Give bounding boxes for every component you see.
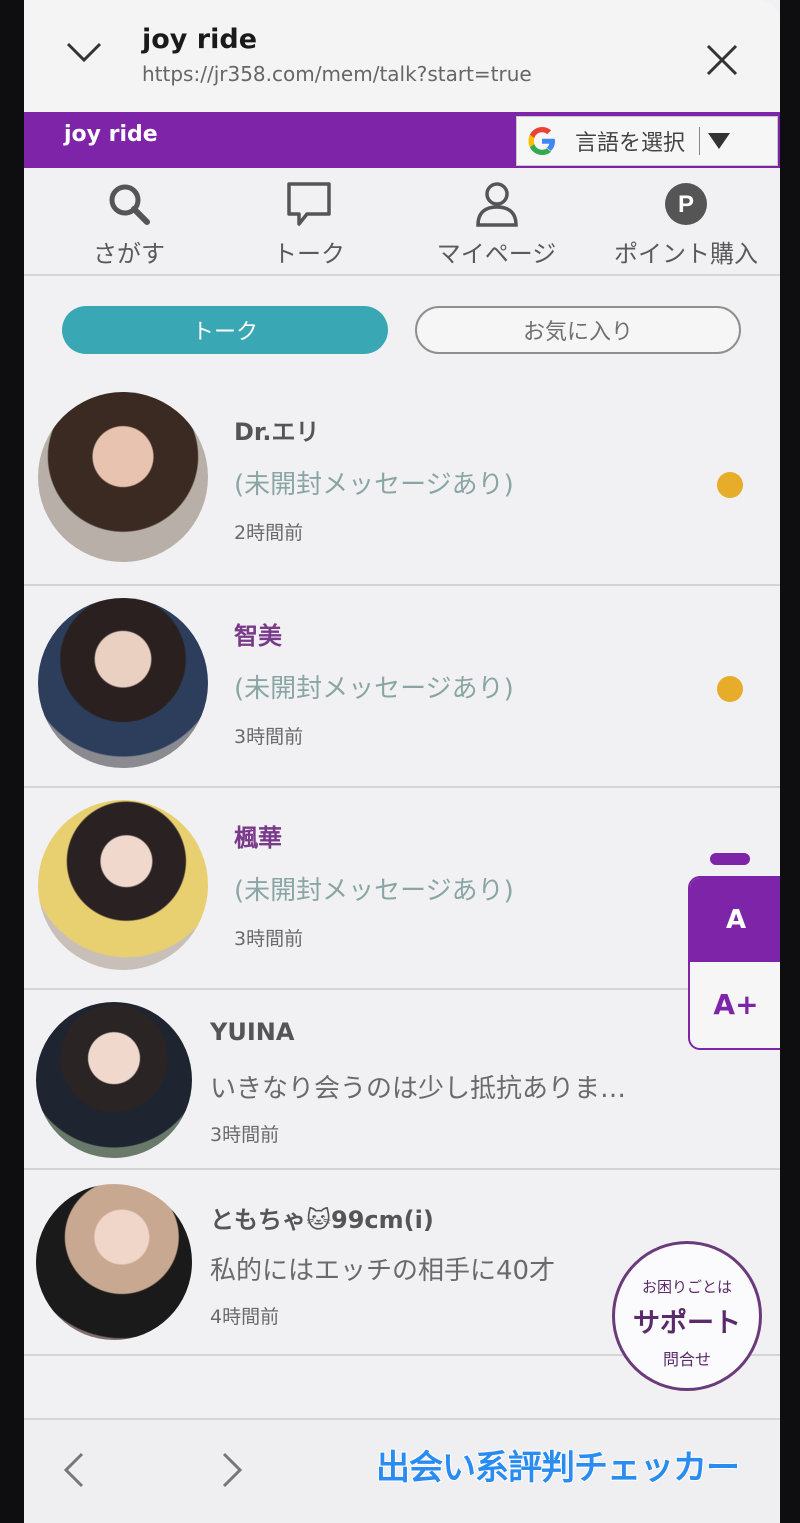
dropdown-arrow-icon: [708, 133, 731, 149]
support-line3: 問合せ: [662, 1350, 711, 1369]
nav-mypage[interactable]: マイページ: [424, 180, 569, 269]
language-select-label: 言語を選択: [575, 131, 686, 156]
tab-talk[interactable]: トーク: [62, 306, 388, 354]
message-preview: いきなり会うのは少し抵抗ありま…: [210, 1074, 627, 1104]
nav-talk[interactable]: トーク: [254, 180, 364, 269]
support-line1: お困りごとは: [641, 1278, 732, 1296]
font-size-control: A A+: [688, 876, 780, 1050]
avatar: [36, 1184, 192, 1340]
message-preview: (未開封メッセージあり): [234, 674, 514, 704]
custom-tab-header: joy ride https://jr358.com/mem/talk?star…: [24, 0, 780, 112]
brand-logo-text[interactable]: joy ride: [64, 122, 158, 147]
timestamp: 3時間前: [210, 1124, 280, 1146]
language-select[interactable]: 言語を選択: [516, 116, 778, 166]
list-item[interactable]: Dr.エリ (未開封メッセージあり) 2時間前: [24, 384, 780, 586]
support-line2: サポート: [633, 1308, 741, 1339]
unread-indicator: [717, 676, 743, 702]
divider: [699, 127, 701, 155]
nav-mypage-label: マイページ: [436, 240, 557, 268]
window-title: joy ride: [142, 24, 258, 55]
timestamp: 2時間前: [234, 522, 304, 544]
browser-window: joy ride https://jr358.com/mem/talk?star…: [24, 0, 780, 1523]
nav-search-label: さがす: [93, 240, 165, 268]
timestamp: 3時間前: [234, 726, 304, 748]
talk-tabs: トーク お気に入り: [24, 276, 780, 386]
back-arrow-icon[interactable]: [60, 1450, 90, 1490]
chat-bubble-icon: [287, 182, 331, 226]
tab-favorites[interactable]: お気に入り: [415, 306, 741, 354]
talk-list: Dr.エリ (未開封メッセージあり) 2時間前 智美 (未開封メッセージあり) …: [24, 384, 780, 1356]
font-normal-button[interactable]: A: [690, 878, 780, 962]
contact-name: Dr.エリ: [234, 418, 320, 446]
watermark: 出会い系評判チェッカー: [375, 1447, 741, 1489]
avatar: [38, 598, 208, 768]
chevron-down-icon[interactable]: [64, 38, 104, 68]
font-large-button[interactable]: A+: [690, 962, 780, 1046]
forward-arrow-icon[interactable]: [216, 1450, 246, 1490]
unread-indicator: [717, 472, 743, 498]
message-preview: 私的にはエッチの相手に40才: [210, 1256, 556, 1286]
nav-search[interactable]: さがす: [74, 180, 184, 269]
contact-name: 智美: [234, 622, 282, 650]
person-icon: [475, 182, 518, 227]
list-item[interactable]: YUINA いきなり会うのは少し抵抗ありま… 3時間前: [24, 990, 780, 1170]
nav-points[interactable]: P ポイント購入: [602, 180, 770, 269]
contact-name: ともちゃ🐱99cm(i): [210, 1206, 434, 1234]
avatar: [36, 1002, 192, 1158]
svg-text:P: P: [678, 191, 694, 218]
font-control-handle[interactable]: [710, 853, 750, 865]
nav-talk-label: トーク: [273, 240, 345, 268]
timestamp: 3時間前: [234, 928, 304, 950]
support-button[interactable]: お困りごとは サポート 問合せ: [612, 1241, 762, 1391]
message-preview: (未開封メッセージあり): [234, 876, 514, 906]
window-url: https://jr358.com/mem/talk?start=true: [142, 62, 532, 86]
contact-name: YUINA: [210, 1018, 295, 1046]
main-nav: さがす トーク マイページ P ポイント購入: [24, 168, 780, 276]
brand-bar: joy ride 言語を選択: [24, 112, 780, 168]
google-g-icon: [528, 127, 555, 155]
list-item[interactable]: 楓華 (未開封メッセージあり) 3時間前: [24, 788, 780, 990]
avatar: [38, 392, 208, 562]
search-icon: [109, 184, 150, 225]
message-preview: (未開封メッセージあり): [234, 470, 514, 500]
close-icon[interactable]: [704, 42, 740, 78]
avatar: [38, 800, 208, 970]
list-item[interactable]: 智美 (未開封メッセージあり) 3時間前: [24, 586, 780, 788]
points-p-icon: P: [665, 183, 707, 225]
contact-name: 楓華: [234, 824, 282, 852]
nav-points-label: ポイント購入: [614, 240, 758, 268]
timestamp: 4時間前: [210, 1306, 280, 1328]
